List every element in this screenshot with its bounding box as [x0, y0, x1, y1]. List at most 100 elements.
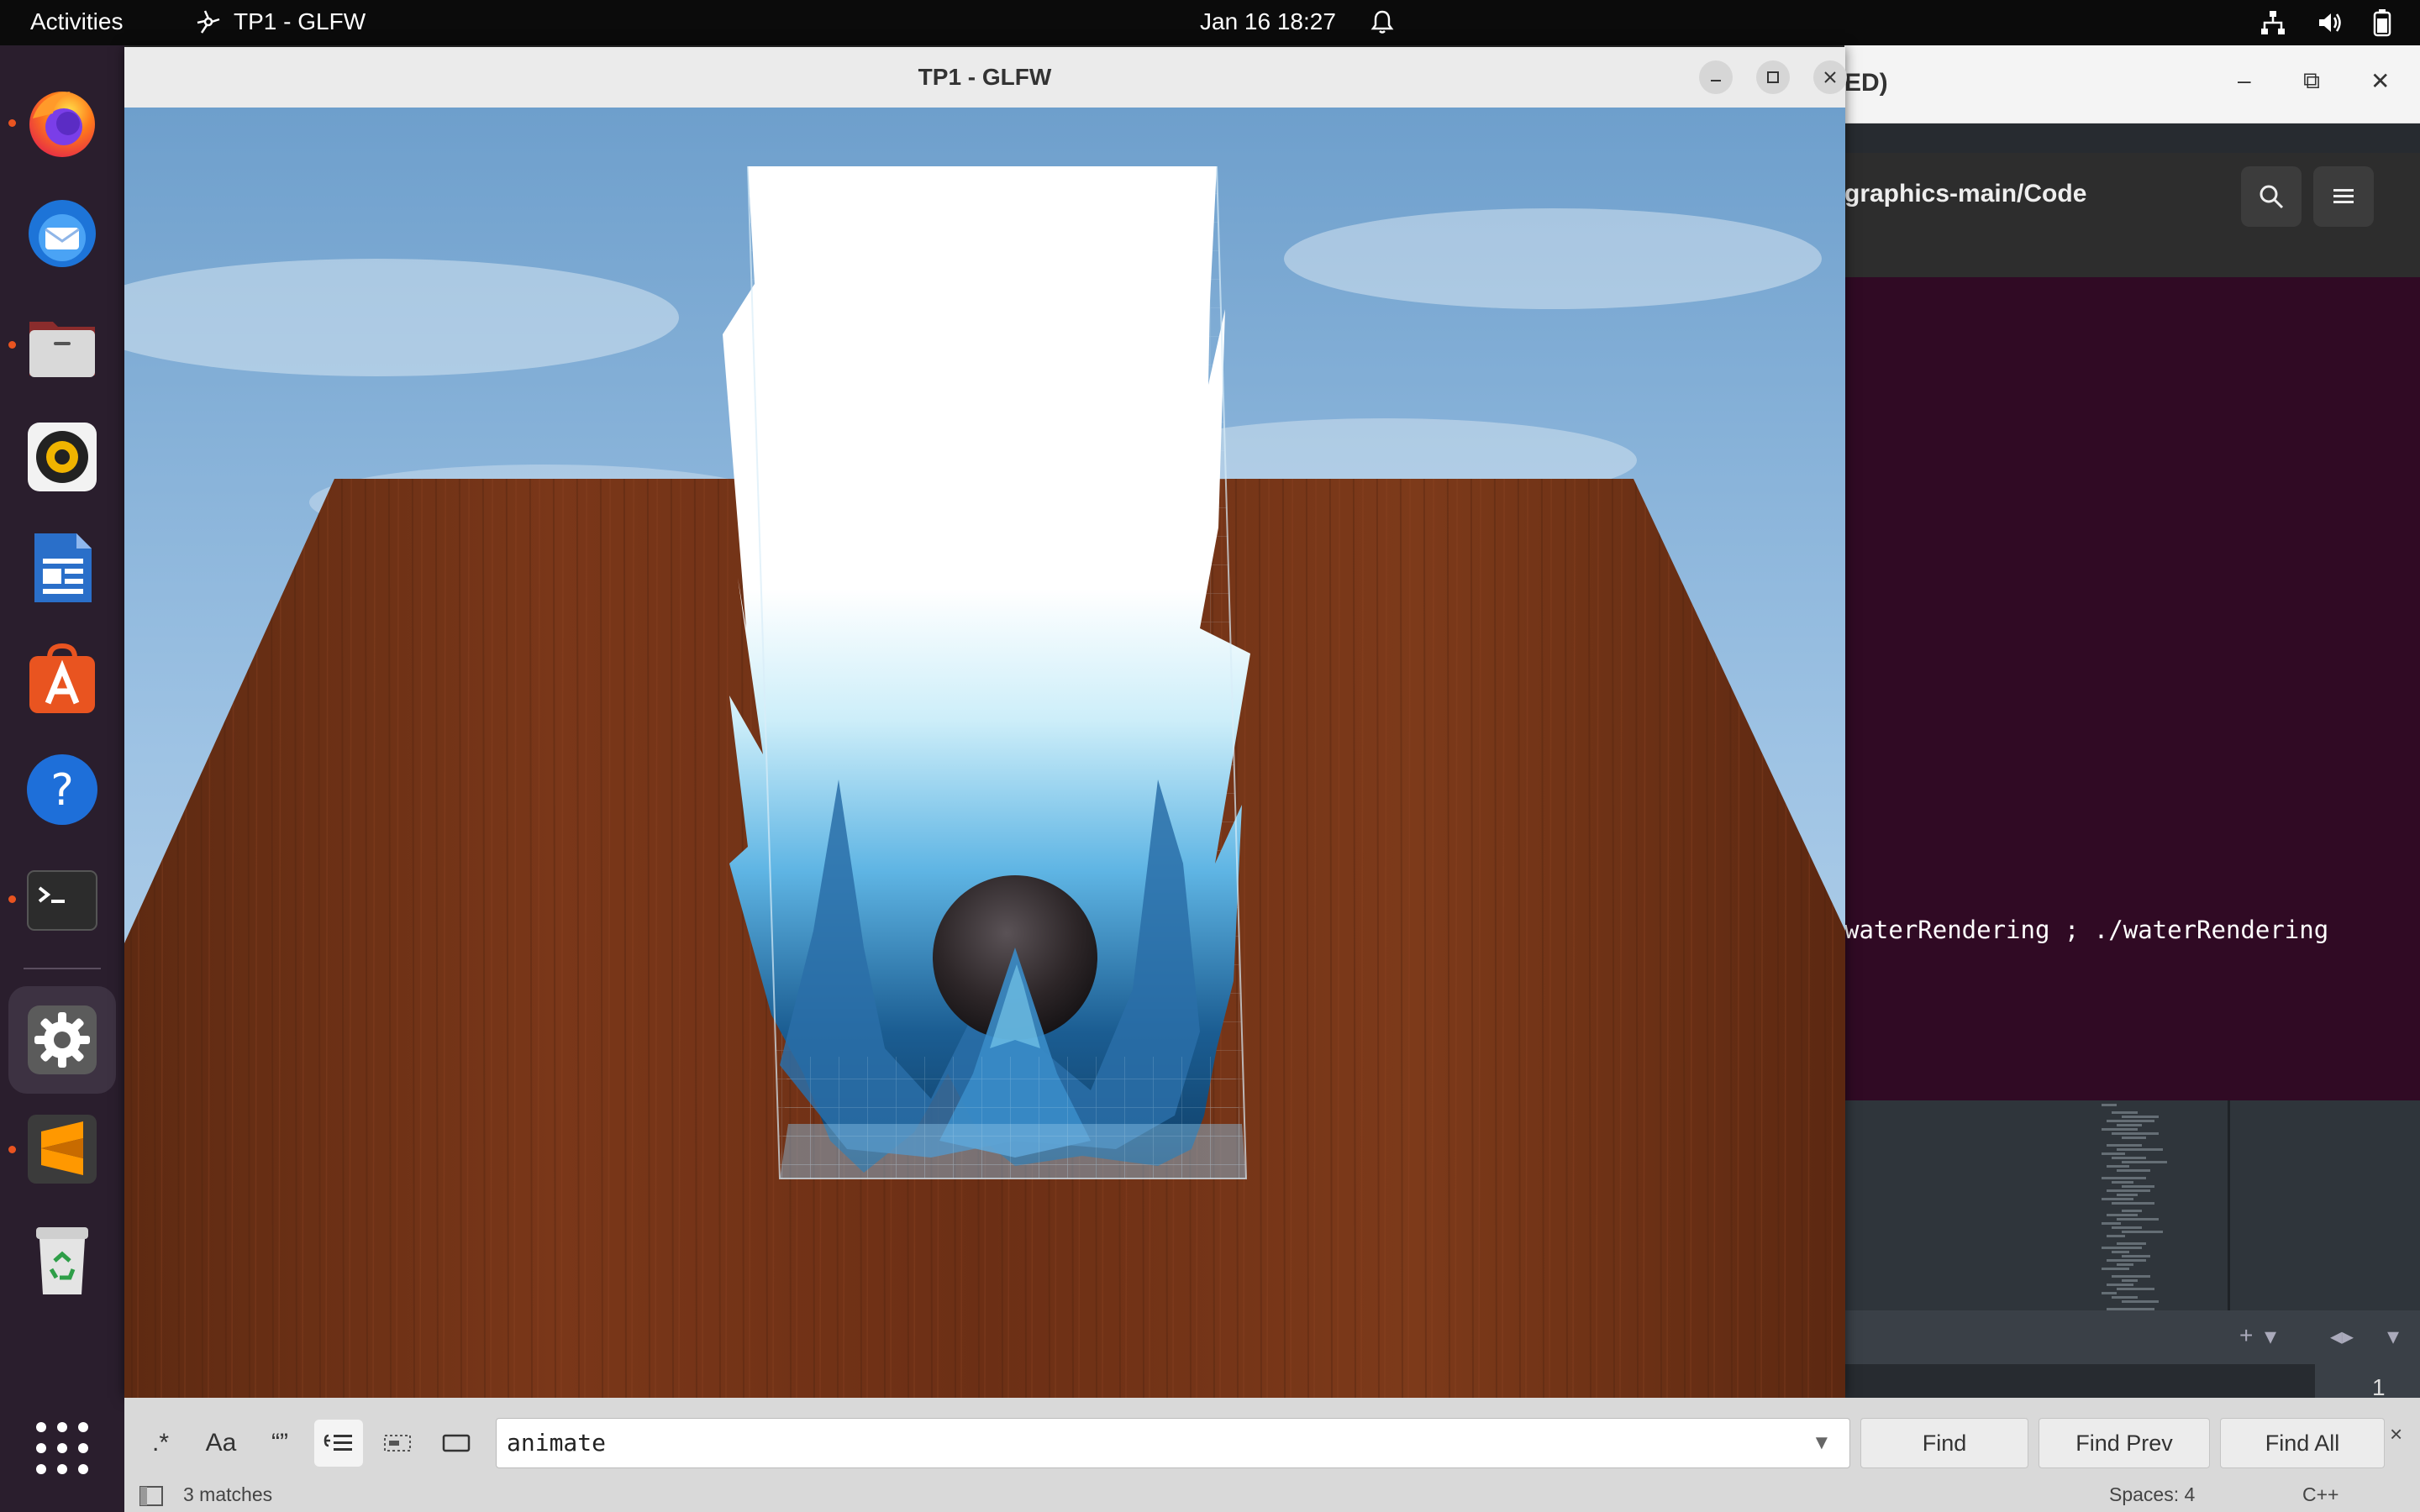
minimap-line [2107, 1284, 2133, 1286]
highlight-matches-toggle[interactable] [432, 1420, 481, 1467]
restore-icon[interactable]: ⧉ [2303, 67, 2320, 95]
dock-settings[interactable] [8, 986, 116, 1094]
minimap-line [2102, 1198, 2133, 1200]
running-indicator [8, 895, 16, 903]
top-bar: Activities TP1 - GLFW Jan 16 18:27 [0, 0, 2420, 45]
app-grid-icon [36, 1422, 88, 1474]
search-icon [2260, 185, 2284, 209]
dock-files[interactable] [22, 306, 103, 386]
syntax-setting[interactable]: C++ [2302, 1483, 2338, 1506]
glfw-window-title: TP1 - GLFW [918, 64, 1052, 90]
find-button[interactable]: Find [1860, 1418, 2028, 1468]
dock-help[interactable]: ? [22, 749, 103, 830]
activities-button[interactable]: Activities [30, 8, 123, 35]
terminal-search-button[interactable] [2241, 166, 2302, 227]
regex-toggle[interactable]: .* [136, 1420, 185, 1467]
minimap-line [2102, 1128, 2138, 1131]
minimap-line [2112, 1226, 2142, 1229]
dock-thunderbird[interactable] [22, 193, 103, 274]
minimize-button[interactable] [1699, 60, 1733, 94]
opengl-render-canvas[interactable] [124, 108, 1845, 1398]
terminal-menu-button[interactable] [2313, 166, 2374, 227]
network-icon [2261, 11, 2285, 34]
system-tray[interactable] [2259, 8, 2391, 37]
background-editor-window: ED) – ⧉ ✕ graphics-main/Code waterRender… [1844, 45, 2420, 1512]
terminal-header: graphics-main/Code [1844, 153, 2420, 277]
search-input[interactable]: animate [496, 1418, 1850, 1468]
dock-separator [24, 968, 101, 969]
minimap-line [2102, 1222, 2121, 1225]
glfw-titlebar[interactable]: TP1 - GLFW [124, 47, 1847, 108]
volume-icon [2319, 13, 2341, 32]
glfw-app-icon [197, 10, 220, 34]
minimap-line [2102, 1292, 2117, 1294]
dock-writer[interactable] [22, 528, 103, 608]
dock-rhythmbox[interactable] [22, 417, 103, 497]
wrap-toggle[interactable] [314, 1420, 363, 1467]
close-find-bar-icon[interactable]: × [2390, 1421, 2402, 1447]
close-icon [1824, 71, 1836, 83]
sublime-text-icon [28, 1115, 97, 1184]
minimize-icon[interactable]: – [2238, 67, 2251, 94]
minimap-line [2112, 1111, 2138, 1114]
show-apps-button[interactable] [22, 1408, 103, 1488]
minimap-line [2122, 1255, 2150, 1257]
dock-firefox[interactable] [22, 82, 103, 163]
in-selection-toggle[interactable] [373, 1420, 422, 1467]
minimap-line [2122, 1279, 2138, 1282]
minimap-line [2122, 1210, 2142, 1212]
notification-bell-icon[interactable] [1368, 8, 1397, 36]
app-menu[interactable]: TP1 - GLFW [195, 8, 366, 35]
find-all-button[interactable]: Find All [2220, 1418, 2385, 1468]
dock-app-center[interactable] [22, 638, 103, 719]
minimap-line [2112, 1157, 2146, 1159]
minimize-icon [1711, 80, 1721, 81]
find-bar: .* Aa “” animate ▼ Find Find Prev Find A… [124, 1398, 2420, 1512]
indentation-setting[interactable]: Spaces: 4 [2109, 1483, 2195, 1506]
new-tab-icon[interactable]: + [2239, 1322, 2253, 1349]
minimap-line [2107, 1189, 2150, 1192]
svg-text:?: ? [50, 765, 74, 816]
minimap-line [2122, 1161, 2167, 1163]
search-history-dropdown-icon[interactable]: ▼ [1812, 1431, 1832, 1455]
in-selection-icon [384, 1435, 411, 1452]
minimap-line [2102, 1247, 2142, 1249]
tab-nav-arrows-icon[interactable]: ◂▸ [2330, 1322, 2354, 1350]
files-icon [29, 322, 95, 377]
app-center-icon [29, 643, 95, 713]
terminal-path: graphics-main/Code [1844, 180, 2087, 207]
minimap-line [2112, 1132, 2159, 1135]
case-sensitive-toggle[interactable]: Aa [197, 1420, 245, 1467]
minimap-line [2117, 1148, 2163, 1151]
running-indicator [8, 1146, 16, 1153]
maximize-icon [1767, 71, 1779, 83]
battery-icon [2373, 9, 2391, 37]
tab-dropdown-icon[interactable]: ▾ [2265, 1322, 2276, 1350]
maximize-button[interactable] [1756, 60, 1790, 94]
dock-sublime-text[interactable] [22, 1109, 103, 1189]
glfw-window[interactable]: TP1 - GLFW [124, 47, 1847, 1398]
firefox-icon [29, 92, 95, 157]
tab-list-icon[interactable]: ▾ [2387, 1322, 2399, 1350]
dock-trash[interactable] [22, 1220, 103, 1300]
clock[interactable]: Jan 16 18:27 [1200, 8, 1336, 35]
minimap-line [2117, 1288, 2154, 1290]
writer-icon [34, 533, 92, 602]
thunderbird-icon [29, 200, 96, 267]
minimap-line [2112, 1275, 2150, 1278]
terminal-command-line: waterRendering ; ./waterRendering [1844, 916, 2329, 944]
minimap-line [2122, 1137, 2146, 1139]
settings-gear-icon [28, 1005, 97, 1074]
dock-terminal[interactable] [22, 860, 103, 941]
close-icon[interactable]: ✕ [2370, 67, 2390, 95]
close-button[interactable] [1813, 60, 1847, 94]
minimap-line [2117, 1194, 2138, 1196]
find-prev-button[interactable]: Find Prev [2039, 1418, 2210, 1468]
wrap-icon [324, 1434, 352, 1451]
minimap-line [2122, 1300, 2159, 1303]
minimap-line [2107, 1214, 2138, 1216]
editor-titlebar[interactable]: ED) – ⧉ ✕ [1844, 45, 2420, 123]
terminal-output[interactable]: waterRendering ; ./waterRendering [1844, 277, 2420, 1100]
whole-word-toggle[interactable]: “” [255, 1420, 304, 1467]
sidebar-toggle-icon[interactable] [139, 1485, 163, 1507]
